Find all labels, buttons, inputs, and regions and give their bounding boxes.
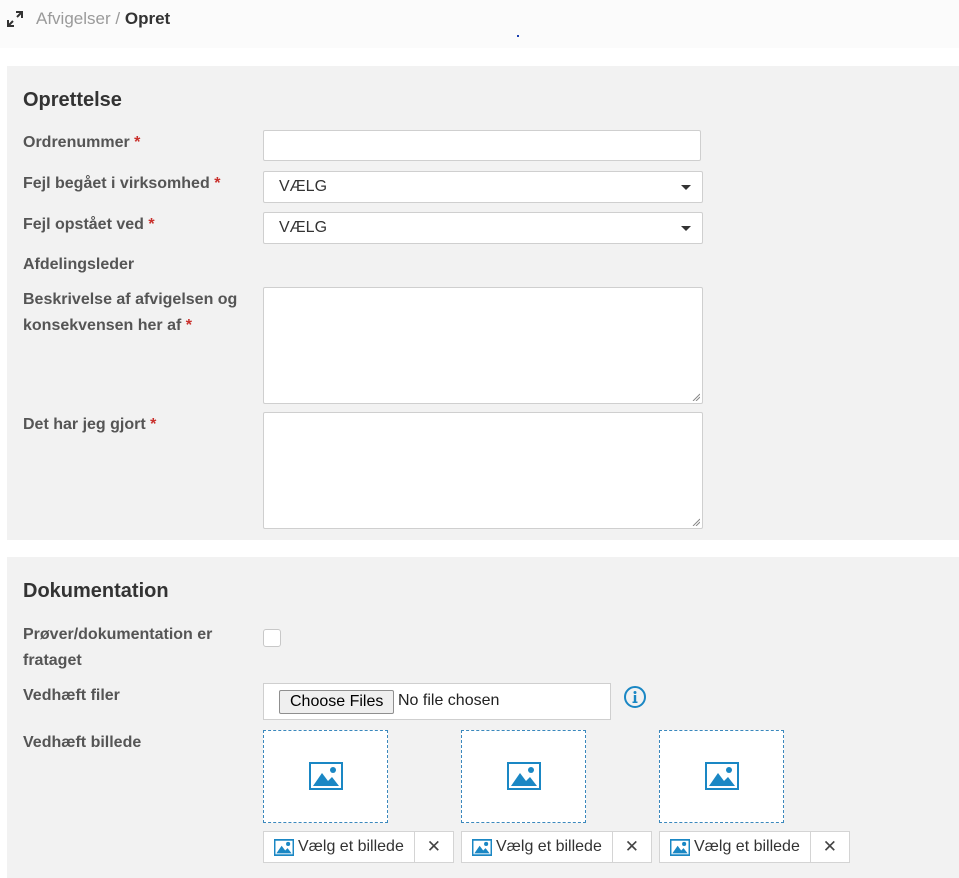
close-icon: ✕ <box>426 837 441 856</box>
label-prover-line1: Prøver/dokumentation er <box>23 626 213 643</box>
label-beskrivelse-line2-wrap: konsekvensen her af * <box>23 313 248 339</box>
label-fejl-opstaaet-text: Fejl opstået ved <box>23 216 144 233</box>
image-preview-2[interactable] <box>461 730 586 823</box>
image-picker-2: Vælg et billede ✕ <box>461 831 652 863</box>
label-beskrivelse-line2: konsekvensen her af <box>23 317 182 334</box>
image-picker-3: Vælg et billede ✕ <box>659 831 850 863</box>
fejl-begaaet-selected-value: VÆLG <box>279 178 328 195</box>
required-marker: * <box>150 416 157 433</box>
resize-grip-icon[interactable] <box>692 518 700 526</box>
expand-icon[interactable] <box>6 10 24 28</box>
label-beskrivelse-line1: Beskrivelse af afvigelsen og <box>23 291 238 308</box>
label-vedhaeft-billede: Vedhæft billede <box>23 734 142 751</box>
label-vedhaeft-filer: Vedhæft filer <box>23 687 120 704</box>
label-ordrenummer-text: Ordrenummer <box>23 134 130 151</box>
label-afdelingsleder: Afdelingsleder <box>23 256 135 273</box>
image-picker-1: Vælg et billede ✕ <box>263 831 454 863</box>
required-marker: * <box>185 317 192 334</box>
image-icon <box>507 762 541 790</box>
indicator-dot <box>517 35 519 37</box>
file-status-text: No file chosen <box>398 692 500 709</box>
remove-image-button[interactable]: ✕ <box>613 832 651 862</box>
chevron-down-icon <box>681 185 691 190</box>
gjort-textarea[interactable] <box>263 412 703 529</box>
breadcrumb-link-afvigelser[interactable]: Afvigelser <box>36 9 111 28</box>
resize-grip-icon[interactable] <box>692 393 700 401</box>
oprettelse-panel: Oprettelse Ordrenummer * Fejl begået i v… <box>7 66 959 540</box>
fejl-opstaaet-select[interactable]: VÆLG <box>263 212 703 244</box>
remove-image-button[interactable]: ✕ <box>811 832 849 862</box>
fejl-begaaet-select[interactable]: VÆLG <box>263 171 703 203</box>
image-icon <box>274 838 294 856</box>
image-icon <box>705 762 739 790</box>
breadcrumb-separator: / <box>115 9 121 28</box>
required-marker: * <box>148 216 155 233</box>
label-gjort-text: Det har jeg gjort <box>23 416 146 433</box>
label-fejl-begaaet: Fejl begået i virksomhed * <box>23 171 248 197</box>
label-prover-line2: frataget <box>23 652 82 669</box>
section-title-dokumentation: Dokumentation <box>23 580 169 602</box>
close-icon: ✕ <box>624 837 639 856</box>
label-gjort: Det har jeg gjort * <box>23 412 248 438</box>
label-fejl-begaaet-text: Fejl begået i virksomhed <box>23 175 210 192</box>
info-icon[interactable] <box>623 685 647 709</box>
image-preview-1[interactable] <box>263 730 388 823</box>
image-icon <box>670 838 690 856</box>
remove-image-button[interactable]: ✕ <box>415 832 453 862</box>
dokumentation-panel: Dokumentation Prøver/dokumentation er fr… <box>7 557 959 878</box>
section-title-oprettelse: Oprettelse <box>23 89 122 111</box>
choose-image-label: Vælg et billede <box>694 838 800 855</box>
fejl-opstaaet-selected-value: VÆLG <box>279 219 328 236</box>
choose-image-label: Vælg et billede <box>298 838 404 855</box>
choose-files-button[interactable]: Choose Files <box>279 690 395 714</box>
choose-image-button[interactable]: Vælg et billede <box>462 832 613 862</box>
beskrivelse-textarea[interactable] <box>263 287 703 404</box>
close-icon: ✕ <box>822 837 837 856</box>
label-prover: Prøver/dokumentation er frataget <box>23 622 248 674</box>
required-marker: * <box>134 134 141 151</box>
label-fejl-opstaaet: Fejl opstået ved * <box>23 212 248 238</box>
image-preview-3[interactable] <box>659 730 784 823</box>
chevron-down-icon <box>681 226 691 231</box>
ordrenummer-input[interactable] <box>263 130 701 161</box>
choose-image-button[interactable]: Vælg et billede <box>264 832 415 862</box>
top-bar: Afvigelser / Opret <box>0 0 959 48</box>
label-ordrenummer: Ordrenummer * <box>23 130 248 156</box>
choose-image-label: Vælg et billede <box>496 838 602 855</box>
file-input[interactable]: Choose Files No file chosen <box>263 683 611 720</box>
image-icon <box>309 762 343 790</box>
required-marker: * <box>214 175 221 192</box>
breadcrumb: Afvigelser / Opret <box>36 9 170 29</box>
image-icon <box>472 838 492 856</box>
choose-image-button[interactable]: Vælg et billede <box>660 832 811 862</box>
breadcrumb-current: Opret <box>124 9 171 28</box>
prover-checkbox[interactable] <box>263 629 281 647</box>
label-beskrivelse: Beskrivelse af afvigelsen og konsekvense… <box>23 287 248 339</box>
